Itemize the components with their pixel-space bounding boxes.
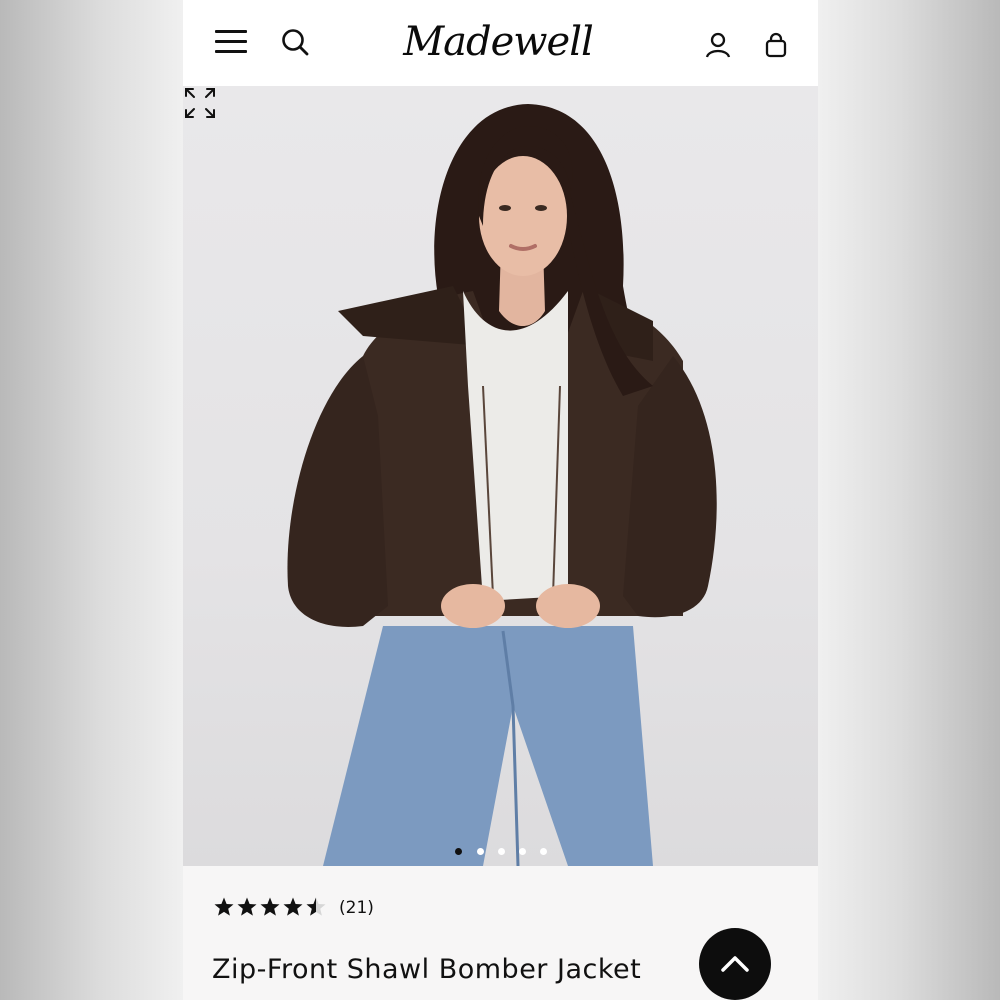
carousel-dot-5[interactable] bbox=[540, 848, 547, 855]
star-icon bbox=[214, 897, 234, 916]
bag-icon[interactable] bbox=[761, 30, 791, 60]
star-icon bbox=[237, 897, 257, 916]
site-header: Madewell bbox=[183, 0, 818, 86]
product-title: Zip-Front Shawl Bomber Jacket bbox=[212, 954, 642, 985]
brand-logo[interactable]: Madewell bbox=[398, 14, 598, 70]
carousel-dot-2[interactable] bbox=[477, 848, 484, 855]
star-rating[interactable] bbox=[213, 896, 329, 918]
review-count[interactable]: (21) bbox=[339, 898, 374, 918]
menu-icon[interactable] bbox=[215, 28, 247, 56]
account-icon[interactable] bbox=[703, 30, 733, 60]
chevron-up-icon bbox=[721, 956, 749, 972]
expand-icon[interactable] bbox=[183, 86, 217, 120]
product-hero-image[interactable] bbox=[183, 86, 818, 866]
carousel-dot-3[interactable] bbox=[498, 848, 505, 855]
carousel-dot-4[interactable] bbox=[519, 848, 526, 855]
star-icon bbox=[283, 897, 303, 916]
carousel-dot-1[interactable] bbox=[455, 848, 462, 855]
search-icon[interactable] bbox=[279, 26, 311, 58]
mobile-viewport: Madewell (21) Zip-Front Shawl Bomber Jac… bbox=[183, 0, 818, 1000]
model-illustration bbox=[287, 104, 717, 866]
half-star-icon bbox=[306, 897, 326, 916]
star-icon bbox=[260, 897, 280, 916]
back-to-top-button[interactable] bbox=[699, 928, 771, 1000]
carousel-indicators bbox=[453, 846, 553, 858]
